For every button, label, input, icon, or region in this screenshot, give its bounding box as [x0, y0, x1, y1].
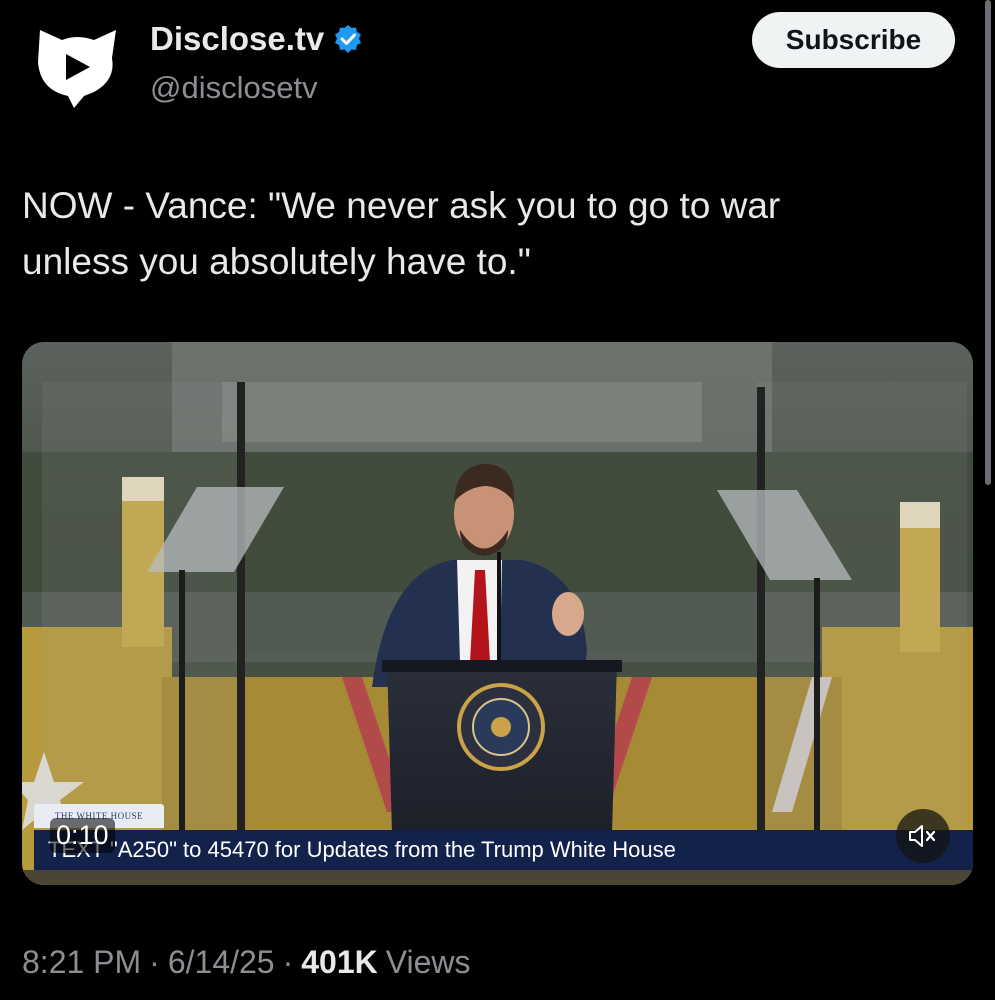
scrollbar[interactable]	[985, 0, 991, 485]
tweet-date[interactable]: 6/14/25	[168, 944, 275, 981]
tweet-meta: 8:21 PM · 6/14/25 · 401K Views	[22, 944, 471, 981]
disclose-tv-logo-icon[interactable]	[22, 18, 132, 108]
meta-separator: ·	[282, 944, 294, 980]
meta-separator: ·	[149, 944, 160, 980]
ticker-text: TEXT "A250" to 45470 for Updates from th…	[48, 837, 676, 862]
video-frame	[22, 342, 973, 885]
views-count[interactable]: 401K	[301, 944, 378, 981]
subscribe-button[interactable]: Subscribe	[752, 12, 955, 68]
speaker-muted-icon	[909, 825, 936, 847]
video-player[interactable]: THE WHITE HOUSE TEXT "A250" to 45470 for…	[22, 342, 973, 885]
tweet-text: NOW - Vance: "We never ask you to go to …	[22, 185, 781, 282]
account-name-row[interactable]: Disclose.tv	[150, 20, 364, 58]
mute-button[interactable]	[896, 809, 950, 863]
account-handle[interactable]: @disclosetv	[150, 70, 318, 106]
views-label[interactable]: Views	[378, 944, 471, 981]
video-timestamp: 0:10	[50, 818, 115, 853]
verified-badge-icon	[335, 25, 362, 53]
video-ticker: TEXT "A250" to 45470 for Updates from th…	[34, 830, 973, 870]
tweet-time[interactable]: 8:21 PM	[22, 944, 141, 981]
display-name[interactable]: Disclose.tv	[150, 20, 324, 58]
tweet-view: Disclose.tv @disclosetv Subscribe NOW - …	[0, 0, 995, 1000]
